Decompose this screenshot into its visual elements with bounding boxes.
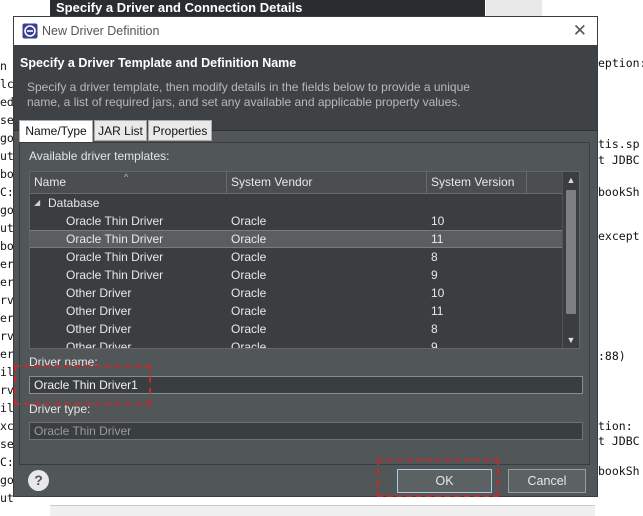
background-text-line: bookSh [598,464,640,478]
table-vertical-scrollbar[interactable]: ▲ ▼ [562,172,579,348]
cell-vendor: Oracle [231,268,267,282]
cell-vendor: Oracle [231,322,267,336]
banner-title: Specify a Driver Template and Definition… [20,56,297,70]
background-text-line: xc [0,419,14,433]
background-text-line: rv [0,293,14,307]
table-row[interactable]: Other Driver Oracle 9 [30,338,565,349]
background-text-line: t JDBC [598,153,640,167]
background-text-line: ut [0,221,14,235]
background-text-line: se [0,437,14,451]
background-text-line: er [0,347,14,361]
sort-indicator-icon: ^ [124,172,129,182]
background-text-line: go [0,203,14,217]
cell-name: Oracle Thin Driver [66,250,164,264]
cell-vendor: Oracle [231,232,267,246]
tab-properties[interactable]: Properties [148,120,212,141]
cell-version: 8 [431,322,438,336]
cell-vendor: Oracle [231,340,267,349]
tab-name-type[interactable]: Name/Type [19,120,93,143]
background-text-line: C: [0,185,14,199]
cell-name: Other Driver [66,322,132,336]
background-text-line: er [0,257,14,271]
cell-vendor: Oracle [231,286,267,300]
category-label: Database [48,196,100,210]
column-header-version[interactable]: System Version [427,172,527,193]
background-text-line: t JDBC [598,434,640,448]
background-text-line: eption: [598,56,643,70]
driver-type-field: Oracle Thin Driver [29,422,583,440]
background-text-line: tion: [598,419,633,433]
background-text-line: go [0,131,14,145]
table-row[interactable]: Other Driver Oracle 8 [30,320,565,338]
background-text-line: :88) [598,349,626,363]
category-row-database[interactable]: ◢ Database [30,194,565,212]
ok-button-highlight [377,459,499,497]
background-text-line: il [0,401,14,415]
table-row[interactable]: Oracle Thin Driver Oracle 10 [30,212,565,230]
scroll-thumb[interactable] [566,190,576,314]
available-templates-label: Available driver templates: [29,149,170,163]
dialog-titlebar[interactable]: New Driver Definition ✕ [14,17,597,45]
background-text-line: ut [0,491,14,505]
background-text-line: rv [0,329,14,343]
background-text-line: C: [0,455,14,469]
cell-vendor: Oracle [231,214,267,228]
background-text-line: lc [0,77,14,91]
cell-name: Oracle Thin Driver [66,232,164,246]
cell-version: 9 [431,340,438,349]
background-text-line: ut [0,149,14,163]
help-icon[interactable]: ? [28,470,49,491]
cell-name: Other Driver [66,340,132,349]
background-text-line: se [0,113,14,127]
dialog-banner: Specify a Driver Template and Definition… [14,45,597,130]
background-bottom-bar [50,505,595,516]
cell-version: 8 [431,250,438,264]
close-icon[interactable]: ✕ [573,21,587,41]
background-text-line: il [0,365,14,379]
new-driver-definition-dialog: New Driver Definition ✕ Specify a Driver… [13,16,598,497]
background-text-line: er [0,311,14,325]
driver-type-label: Driver type: [29,402,91,416]
background-header: Specify a Driver and Connection Details [50,0,485,16]
cell-name: Oracle Thin Driver [66,268,164,282]
cell-name: Other Driver [66,286,132,300]
table-row[interactable]: Oracle Thin Driver Oracle 11 [30,230,565,248]
cell-version: 10 [431,214,445,228]
cell-vendor: Oracle [231,304,267,318]
background-text-line: ed [0,95,14,109]
scroll-up-icon[interactable]: ▲ [563,172,579,188]
column-header-vendor[interactable]: System Vendor [227,172,427,193]
table-row[interactable]: Oracle Thin Driver Oracle 9 [30,266,565,284]
background-text-line: er [0,275,14,289]
collapse-triangle-icon: ◢ [34,198,41,207]
background-text-line: rv [0,383,14,397]
background-text-line: bookSh [598,185,640,199]
tab-jar-list[interactable]: JAR List [94,120,147,141]
cell-version: 9 [431,268,438,282]
cell-version: 11 [431,304,444,318]
table-row[interactable]: Oracle Thin Driver Oracle 8 [30,248,565,266]
table-header: Name ^ System Vendor System Version [30,172,565,194]
background-text-line: tis.sp [598,137,640,151]
cell-version: 11 [431,232,444,246]
background-logo [486,0,542,16]
background-text-line: bo [0,239,14,253]
background-text-line: bo [0,167,14,181]
cancel-button[interactable]: Cancel [508,469,586,493]
scroll-down-icon[interactable]: ▼ [563,332,579,348]
table-row[interactable]: Other Driver Oracle 11 [30,302,565,320]
column-header-name[interactable]: Name ^ [30,172,227,193]
banner-description: Specify a driver template, then modify d… [27,80,470,109]
cell-vendor: Oracle [231,250,267,264]
driver-name-highlight [14,365,151,405]
cell-name: Other Driver [66,304,132,318]
table-row[interactable]: Other Driver Oracle 10 [30,284,565,302]
driver-templates-table[interactable]: Name ^ System Vendor System Version ◢ Da… [29,171,580,349]
cell-version: 10 [431,286,445,300]
eclipse-icon [22,23,38,39]
background-text-line: except [598,229,640,243]
dialog-title: New Driver Definition [42,24,160,38]
cell-name: Oracle Thin Driver [66,214,164,228]
background-text-line: go [0,473,14,487]
